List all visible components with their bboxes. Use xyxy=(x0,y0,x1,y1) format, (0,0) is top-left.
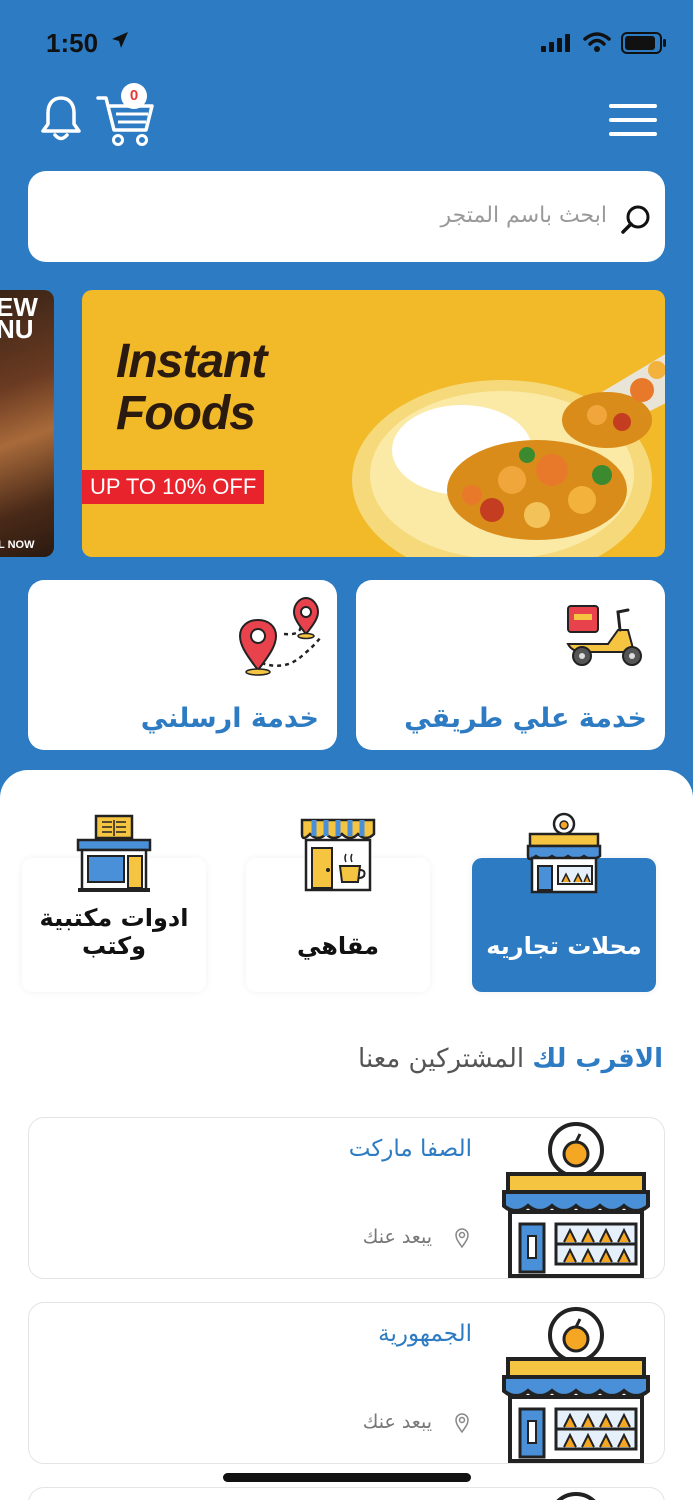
cafe-icon xyxy=(300,818,376,892)
category-label: مقاهي xyxy=(296,932,380,960)
category-cafes[interactable]: مقاهي xyxy=(246,818,430,992)
promo-banner-previous-footer: L NOW xyxy=(0,539,35,551)
category-shops[interactable]: محلات تجاريه xyxy=(472,812,656,992)
service-label: خدمة ارسلني xyxy=(140,703,319,734)
home-indicator[interactable] xyxy=(223,1473,471,1482)
wifi-icon xyxy=(583,32,611,52)
search-placeholder: ابحث باسم المتجر xyxy=(440,203,607,228)
banner-title-line1: Instant xyxy=(116,335,267,388)
banner-discount-label: UP TO 10% OFF xyxy=(82,470,265,504)
promo-banner-previous-text: EW NU xyxy=(0,292,38,344)
search-icon xyxy=(621,205,650,234)
category-label: محلات تجاريه xyxy=(486,932,642,960)
store-icon xyxy=(502,1122,650,1278)
location-pin-icon xyxy=(455,1228,469,1248)
nearest-section-title: الاقرب لك المشتركين معنا xyxy=(358,1044,663,1074)
service-send-me[interactable]: خدمة ارسلني xyxy=(28,580,337,750)
store-name: الصفا ماركت xyxy=(348,1136,472,1162)
store-name: الجمهورية xyxy=(378,1321,472,1347)
banner-title: Instant Foods xyxy=(116,335,267,440)
location-arrow-icon xyxy=(112,32,128,48)
signal-icon xyxy=(541,34,570,52)
service-label: خدمة علي طريقي xyxy=(404,703,647,734)
store-card-partial[interactable] xyxy=(28,1487,665,1500)
store-distance: يبعد عنك xyxy=(362,1411,432,1433)
store-icon xyxy=(556,1492,596,1500)
banner-title-line2: Foods xyxy=(116,387,256,440)
status-bar: 1:50 xyxy=(0,0,693,90)
nearest-title-rest: المشتركين معنا xyxy=(358,1044,525,1074)
service-on-my-way[interactable]: خدمة علي طريقي xyxy=(356,580,665,750)
scooter-icon xyxy=(566,605,642,666)
hamburger-menu-icon[interactable] xyxy=(609,104,657,136)
curry-plate-image xyxy=(352,354,665,557)
battery-icon xyxy=(621,32,666,54)
nearest-title-bold: الاقرب لك xyxy=(532,1044,663,1074)
bookstore-icon xyxy=(76,814,152,892)
store-distance: يبعد عنك xyxy=(362,1226,432,1248)
shop-icon xyxy=(526,812,602,894)
promo-banner-previous[interactable]: EW NU L NOW xyxy=(0,290,54,557)
store-search-input[interactable]: ابحث باسم المتجر xyxy=(28,171,665,262)
category-stationery-books[interactable]: ادوات مكتبية وكتب xyxy=(22,814,206,992)
store-card[interactable]: الجمهورية يبعد عنك xyxy=(28,1302,665,1464)
route-pin-icon xyxy=(238,596,321,676)
cart-count-badge: 0 xyxy=(121,83,147,109)
location-pin-icon xyxy=(455,1413,469,1433)
store-card[interactable]: الصفا ماركت يبعد عنك xyxy=(28,1117,665,1279)
status-time: 1:50 xyxy=(46,28,99,58)
store-icon xyxy=(502,1307,650,1463)
promo-banner-instant-foods[interactable]: Instant Foods UP TO 10% OFF xyxy=(82,290,665,557)
category-label: ادوات مكتبية وكتب xyxy=(39,904,189,960)
notification-bell-icon[interactable] xyxy=(40,94,82,144)
